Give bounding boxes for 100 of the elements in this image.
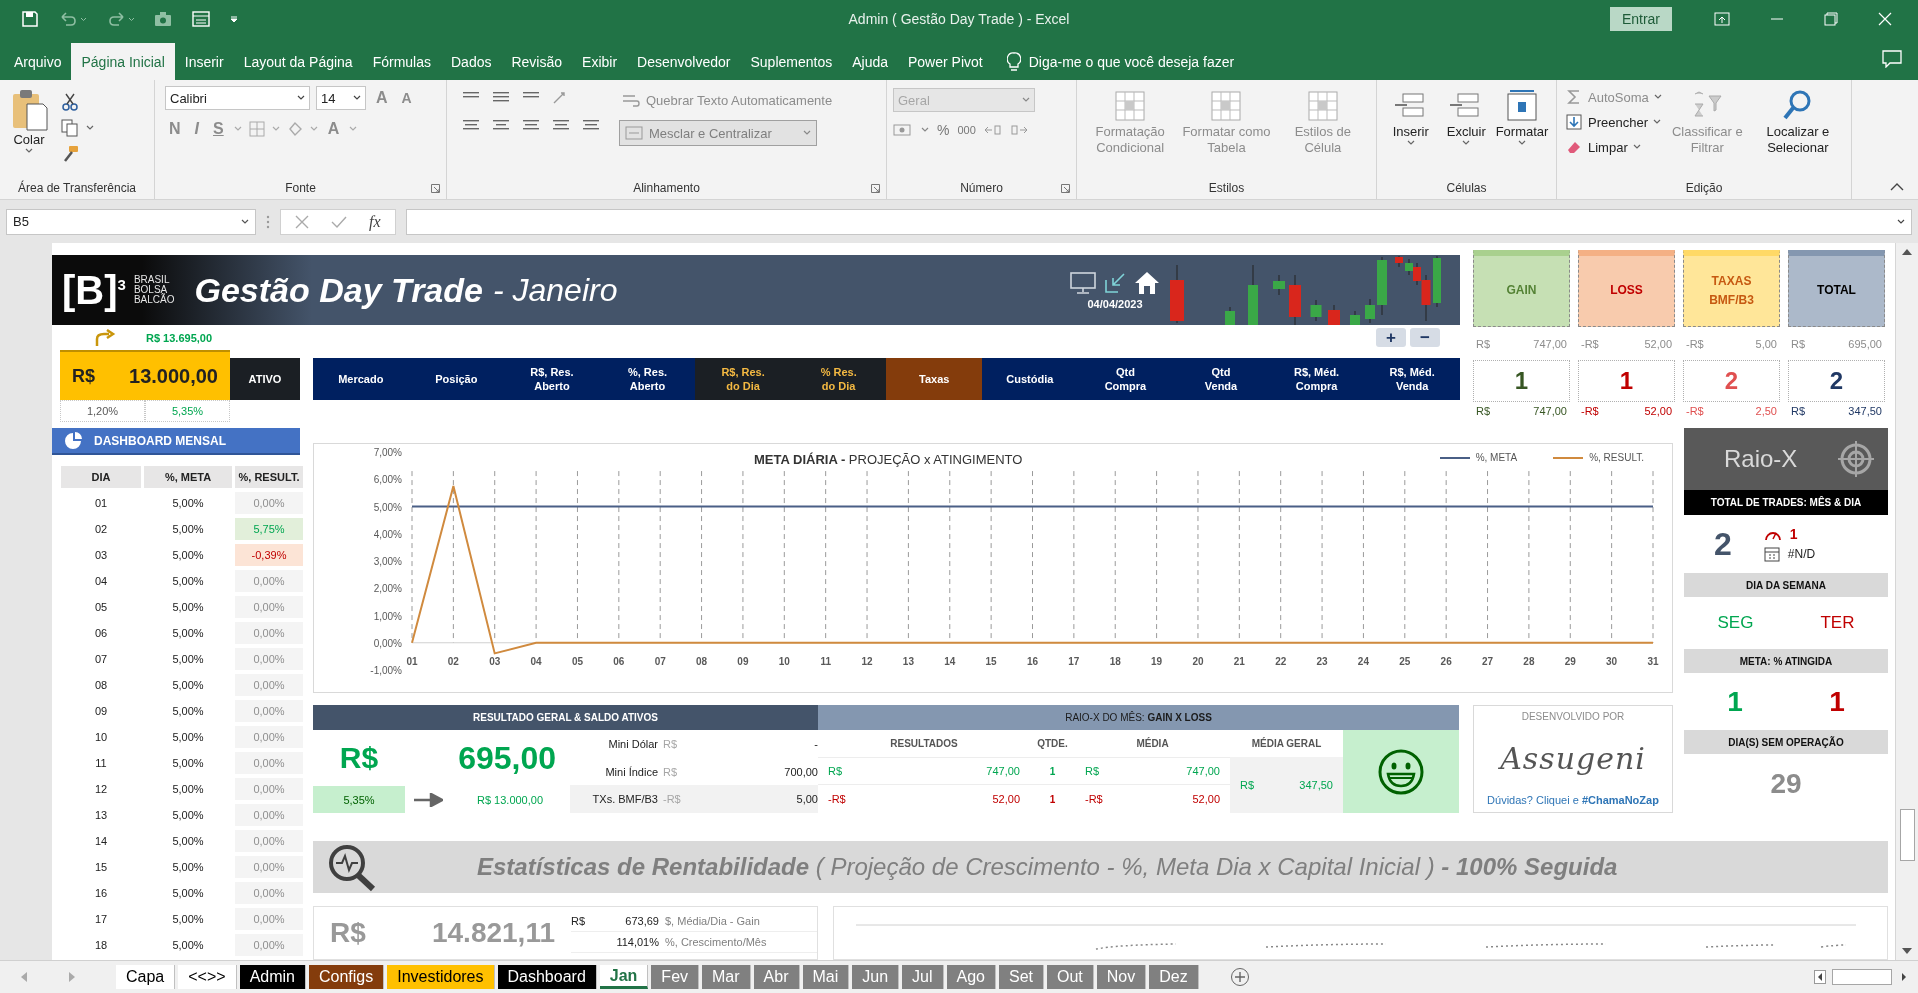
cell-button[interactable]: Inserir <box>1383 86 1439 177</box>
metric-label: $, Média/Dia - Gain <box>665 915 761 928</box>
decrease-decimal-icon[interactable] <box>1009 123 1028 137</box>
zoom-button[interactable]: − <box>1410 328 1440 347</box>
collapse-ribbon-icon[interactable] <box>1890 182 1904 191</box>
copy-icon[interactable] <box>60 118 80 138</box>
cells-icon[interactable] <box>1504 88 1540 124</box>
sheet-tab[interactable]: Ago <box>946 965 996 989</box>
cell-button[interactable]: Formatar <box>1494 86 1550 177</box>
caret-icon[interactable] <box>1632 144 1641 150</box>
zoom-button[interactable]: + <box>1376 328 1406 347</box>
save-icon[interactable] <box>22 11 38 27</box>
sheet-tab[interactable]: Admin <box>239 965 306 989</box>
cancel-icon[interactable] <box>295 214 309 229</box>
menu-tab[interactable]: Arquivo <box>4 43 72 80</box>
sheet-tab[interactable]: Fev <box>651 965 700 989</box>
sheet-tab[interactable]: Nov <box>1096 965 1147 989</box>
sheet-tab[interactable]: Abr <box>753 965 800 989</box>
scroll-down-icon[interactable] <box>1901 946 1913 956</box>
percent-button[interactable]: % <box>937 122 950 138</box>
camera-icon[interactable] <box>154 11 172 27</box>
ribbon-display-icon[interactable] <box>1714 12 1730 26</box>
sheet-tab[interactable]: Configs <box>309 965 385 989</box>
caret-icon[interactable] <box>1518 140 1526 147</box>
edit-button[interactable]: Localizar e Selecionar <box>1750 86 1845 177</box>
dialog-launcher-icon[interactable] <box>1061 184 1070 193</box>
increase-decimal-icon[interactable] <box>983 123 1002 137</box>
grow-font-button[interactable]: A <box>372 89 392 107</box>
redo-icon[interactable] <box>106 11 134 27</box>
sheet-tab[interactable]: <<>> <box>178 965 237 989</box>
shrink-arrow-icon[interactable] <box>1104 271 1126 294</box>
menu-tab[interactable]: Suplementos <box>740 43 843 80</box>
customize-icon[interactable] <box>230 15 238 23</box>
restore-icon[interactable] <box>1824 12 1838 26</box>
sheet-tab[interactable]: Investidores <box>387 965 495 989</box>
menu-tab[interactable]: Ajuda <box>842 43 898 80</box>
enter-icon[interactable] <box>331 214 347 229</box>
caret-icon[interactable] <box>1653 119 1661 125</box>
menu-tab[interactable]: Desenvolvedor <box>627 43 741 80</box>
cell-button[interactable]: Excluir <box>1438 86 1494 177</box>
sheet-tab[interactable]: Jul <box>902 965 944 989</box>
caret-icon[interactable] <box>241 218 249 225</box>
scroll-left-icon[interactable] <box>1814 970 1826 984</box>
table-cell: -0,39% <box>235 544 303 566</box>
sheet-tab[interactable]: Dashboard <box>497 965 597 989</box>
fill-down-icon[interactable] <box>1565 113 1583 131</box>
font-family-field[interactable]: Calibri <box>165 86 310 110</box>
sheet-tab[interactable]: Jun <box>852 965 900 989</box>
caret-icon[interactable] <box>1462 140 1471 147</box>
caret-icon[interactable] <box>25 148 33 155</box>
sheet-tab[interactable]: Set <box>999 965 1044 989</box>
edit-button[interactable]: Preencher <box>1563 111 1664 133</box>
scrollbar-thumb[interactable] <box>1900 809 1915 861</box>
contact-link[interactable]: Dúvidas? Cliquei e #ChamaNoZap <box>1487 794 1659 806</box>
caret-icon[interactable] <box>297 95 305 101</box>
name-box[interactable]: B5 <box>6 208 256 235</box>
scroll-up-icon[interactable] <box>1901 247 1913 257</box>
sheet-tab[interactable]: Capa <box>116 965 176 989</box>
sheet-tab[interactable]: Mai <box>802 965 850 989</box>
font-color-button[interactable]: A <box>323 120 344 138</box>
sheet-tab[interactable]: Mar <box>702 965 751 989</box>
home-icon[interactable] <box>1134 270 1160 295</box>
undo-icon[interactable] <box>58 11 86 27</box>
menu-tab[interactable]: Dados <box>441 43 502 80</box>
tell-me-field[interactable]: Diga-me o que você deseja fazer <box>1028 53 1235 70</box>
menu-tab[interactable]: Página Inicial <box>71 43 175 80</box>
paste-button[interactable]: Colar <box>6 86 52 177</box>
menu-tab[interactable]: Power Pivot <box>898 43 993 80</box>
menu-tab[interactable]: Revisão <box>501 43 573 80</box>
sign-in-button[interactable]: Entrar <box>1609 7 1672 31</box>
dialog-launcher-icon[interactable] <box>871 184 880 193</box>
formula-field[interactable] <box>405 208 1912 235</box>
sheet-tab[interactable]: Dez <box>1149 965 1199 989</box>
caret-icon[interactable] <box>1897 218 1905 225</box>
table-cell: 0,00% <box>235 856 303 878</box>
sheet-tab[interactable]: Out <box>1047 965 1094 989</box>
add-sheet-icon[interactable] <box>1229 967 1250 987</box>
scrollbar-thumb[interactable] <box>1832 969 1892 985</box>
insert-function-button[interactable]: fx <box>369 212 381 231</box>
edit-button[interactable]: Limpar <box>1563 136 1664 158</box>
caret-icon[interactable] <box>86 125 94 131</box>
monitor-icon[interactable] <box>1070 270 1096 295</box>
form-icon[interactable] <box>192 11 210 27</box>
font-size-field[interactable]: 14 <box>316 86 366 110</box>
menu-tab[interactable]: Exibir <box>572 43 628 80</box>
cut-icon[interactable] <box>60 92 80 112</box>
caret-icon[interactable] <box>1406 140 1415 147</box>
dialog-launcher-icon[interactable] <box>431 184 440 193</box>
menu-tab[interactable]: Fórmulas <box>362 43 441 80</box>
close-icon[interactable] <box>1878 12 1892 26</box>
more-icon[interactable] <box>266 213 270 230</box>
lightbulb-icon[interactable] <box>1006 51 1021 72</box>
comment-icon[interactable] <box>1882 50 1902 68</box>
menu-tab[interactable]: Inserir <box>174 43 234 80</box>
currency-icon[interactable] <box>893 122 913 138</box>
sheet-tab[interactable]: Jan <box>599 965 649 989</box>
menu-tab[interactable]: Layout da Página <box>233 43 363 80</box>
caret-icon[interactable] <box>353 95 361 101</box>
shrink-font-button[interactable]: A <box>397 90 416 106</box>
thousands-button[interactable]: 000 <box>957 124 976 136</box>
